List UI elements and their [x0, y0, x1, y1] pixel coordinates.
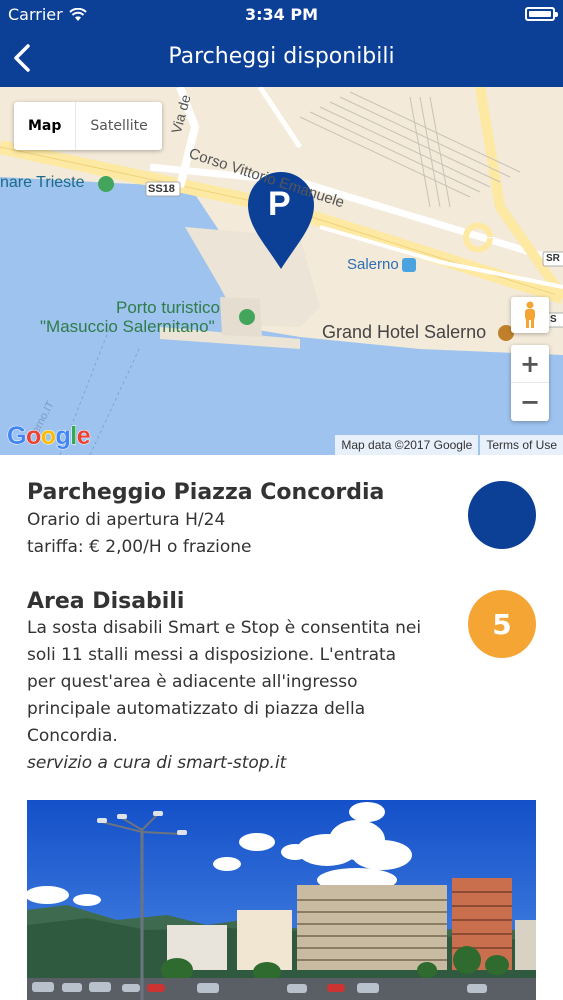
street-view-pegman-button[interactable]: [511, 297, 549, 333]
map-label-porto-1: Porto turistico: [116, 298, 220, 317]
parking-status-circle: [468, 481, 536, 549]
disabled-spots-count-badge: 5: [468, 590, 536, 658]
battery-icon: [525, 7, 558, 21]
disabled-area-line: principale automatizzato di piazza della: [27, 699, 366, 719]
terms-of-use-link[interactable]: Terms of Use: [480, 435, 563, 455]
parking-title: Parcheggio Piazza Concordia: [27, 480, 385, 505]
map-type-satellite-button[interactable]: Satellite: [76, 102, 161, 150]
map-label-trieste: nare Trieste: [0, 174, 85, 191]
map-label-salerno: Salerno: [347, 256, 399, 273]
map-label-ss18: SS18: [148, 183, 175, 195]
parking-info: Parcheggio Piazza Concordia Orario di ap…: [27, 480, 447, 561]
map-label-sr: SR: [546, 253, 560, 264]
disabled-area-title: Area Disabili: [27, 589, 185, 614]
zoom-control: + −: [511, 345, 549, 421]
disabled-area-line: soli 11 stalli messi a disposizione. L'e…: [27, 645, 397, 665]
parking-hours: Orario di apertura H/24: [27, 510, 226, 530]
zoom-in-button[interactable]: +: [511, 345, 549, 383]
disabled-area-line: per quest'area è adiacente all'ingresso: [27, 672, 358, 692]
navigation-bar: Parcheggi disponibili: [0, 30, 563, 87]
map-attribution: Map data ©2017 Google Terms of Use: [335, 435, 563, 455]
parking-photo: [27, 800, 536, 1000]
map-label-grand-hotel: Grand Hotel Salerno: [322, 322, 487, 342]
clock: 3:34 PM: [244, 5, 318, 24]
pegman-icon: [525, 301, 535, 328]
map-label-s: S: [550, 314, 557, 325]
map-label-porto-2: "Masuccio Salernitano": [40, 317, 215, 336]
parking-rate: tariffa: € 2,00/H o frazione: [27, 537, 252, 557]
google-logo: Google: [7, 422, 92, 451]
status-bar: Carrier 3:34 PM: [0, 0, 563, 30]
map-view[interactable]: P Via de Corso Vittorio Emanuele nare Tr…: [0, 87, 563, 455]
disabled-area-info: Area Disabili La sosta disabili Smart e …: [27, 589, 457, 777]
page-title: Parcheggi disponibili: [168, 44, 395, 69]
map-type-map-button[interactable]: Map: [14, 102, 77, 150]
zoom-out-button[interactable]: −: [511, 383, 549, 421]
map-data-credit: Map data ©2017 Google: [335, 435, 479, 455]
map-type-control: Map Satellite: [14, 102, 162, 150]
service-credit: servizio a cura di smart-stop.it: [27, 753, 287, 773]
disabled-area-line: La sosta disabili Smart e Stop è consent…: [27, 618, 422, 638]
top-bar: Carrier 3:34 PM Parcheggi disponibili: [0, 0, 563, 87]
disabled-area-line: Concordia.: [27, 726, 118, 746]
